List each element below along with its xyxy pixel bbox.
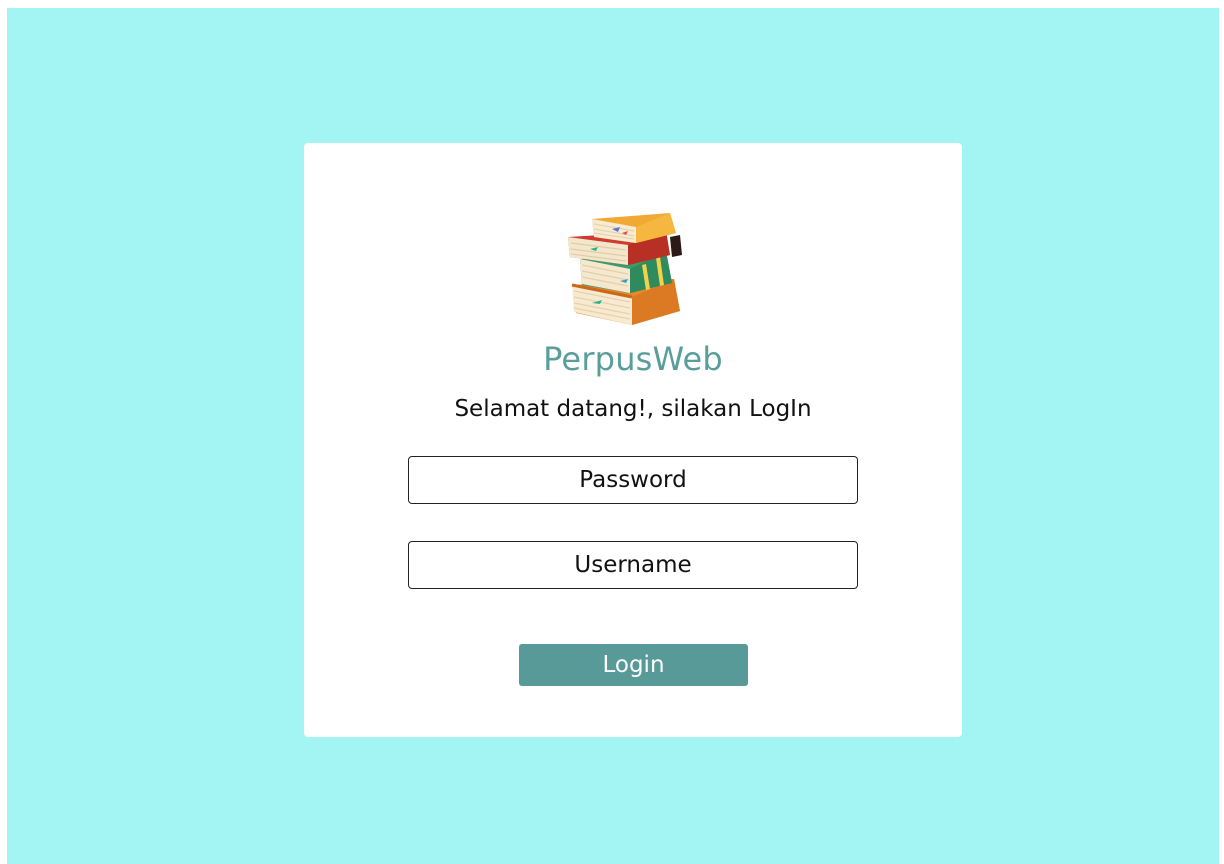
password-field[interactable] <box>408 456 858 504</box>
welcome-message: Selamat datang!, silakan LogIn <box>454 396 812 422</box>
password-input[interactable] <box>409 457 857 503</box>
login-button[interactable]: Login <box>519 644 748 686</box>
username-field[interactable] <box>408 541 858 589</box>
books-stack-icon <box>568 213 682 325</box>
username-input[interactable] <box>409 542 857 588</box>
app-title: PerpusWeb <box>543 340 723 378</box>
